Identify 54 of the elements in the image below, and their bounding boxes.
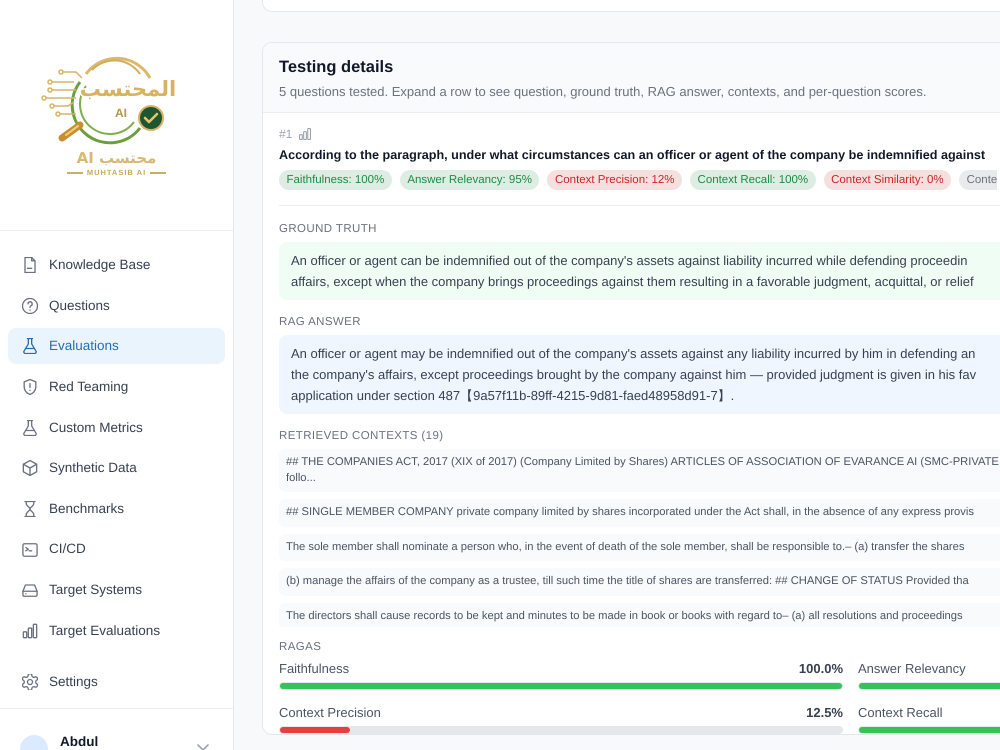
nav-item[interactable]: Knowledge Base: [8, 247, 225, 283]
terminal-icon: [22, 542, 38, 558]
nav-item[interactable]: CI/CD: [8, 532, 225, 568]
check-badge-icon: [138, 105, 164, 131]
chevron-down-icon[interactable]: [197, 744, 209, 750]
nav-item[interactable]: Settings: [8, 664, 225, 700]
question-number: #1: [279, 126, 292, 143]
ground-truth-text: An officer or agent can be indemnified out of the company's assets against liability incurred while defending proceedin affairs, except when the company brings proceedings against them resulting in a favorable judgment, acquittal, or relief: [279, 242, 1000, 300]
section-heading: RAG ANSWER: [279, 315, 362, 330]
logo-emblem-text: AI: [114, 106, 126, 120]
flask-icon: [22, 420, 38, 436]
nav-item[interactable]: Red Teaming: [8, 368, 225, 405]
user-name: Abdul: [60, 732, 98, 750]
context-snippet: The sole member shall nominate a person who, in the event of death of the sole member, shall be responsible to.– (a) transfer the shares: [279, 534, 1000, 561]
section-heading: RETRIEVED CONTEXTS (19): [279, 429, 444, 444]
nav-item[interactable]: Custom Metrics: [8, 410, 225, 446]
rag-answer-text: An officer or agent may be indemnified out of the company's assets against any liability incurred by him in defending an the company's affairs, except proceedings brought by the company against him — provided judgment is given in his fav application under section 487【9a57f11b-89ff-4215-9d81-faed48958d91-7】.: [279, 335, 1000, 414]
hard-drive-icon: [22, 582, 38, 598]
context-snippet: The directors shall cause records to be kept and minutes to be made in book or books with regard to– (a) all resolutions and proceedings: [279, 602, 1000, 627]
nav-item[interactable]: Evaluations: [8, 328, 225, 364]
shield-alert-icon: [22, 378, 38, 395]
metric-label: Context Recall: [858, 704, 943, 722]
document-icon: [22, 257, 38, 273]
card-title: Testing details: [279, 57, 394, 78]
card-subtitle: 5 questions tested. Expand a row to see question, ground truth, RAG answer, contexts, and per-question scores.: [279, 83, 928, 101]
metric-value: 100.0%: [798, 660, 843, 678]
nav-item[interactable]: Synthetic Data: [8, 450, 225, 486]
bar-chart-icon: [22, 622, 38, 639]
section-heading: GROUND TRUTH: [279, 222, 378, 237]
nav-item[interactable]: Target Systems: [8, 572, 225, 608]
hourglass-icon: [22, 500, 38, 517]
score-tag: Context Precision: 12%: [547, 170, 682, 190]
context-snippet: ## THE COMPANIES ACT, 2017 (XIX of 2017) (Company Limited by Shares) ARTICLES OF ASSOCIATION OF EVARANCE AI (SMC-PRIVATE follo...: [279, 449, 1000, 492]
metric-label: Answer Relevancy: [858, 660, 966, 678]
context-snippet: ## SINGLE MEMBER COMPANY private company limited by shares incorporated under the Act shall, in the absence of any express provis: [279, 499, 1000, 526]
metric-label: Context Precision: [279, 704, 381, 722]
nav-item[interactable]: Benchmarks: [8, 490, 225, 527]
score-tag: Conte: [959, 170, 998, 190]
settings-icon: [22, 674, 38, 690]
score-tag: Answer Relevancy: 95%: [400, 170, 540, 190]
question-text: According to the paragraph, under what circumstances can an officer or agent of the company be indemnified against: [279, 147, 986, 164]
nav-item[interactable]: Questions: [8, 288, 225, 324]
score-tag: Faithfulness: 100%: [279, 170, 392, 190]
nav-item[interactable]: Target Evaluations: [8, 612, 225, 649]
bar-chart-icon: [299, 128, 312, 140]
section-heading: RAGAS: [279, 640, 322, 655]
flask-icon: [22, 338, 38, 354]
metric-value: 12.5%: [806, 704, 843, 722]
score-tag: Context Similarity: 0%: [824, 170, 952, 190]
context-snippet: (b) manage the affairs of the company as a trustee, till such time the title of shares are transferred: ## CHANGE OF STATUS Provided tha: [279, 568, 1000, 596]
logo-wordmark: محتسب AI: [76, 150, 156, 167]
score-tag: Context Recall: 100%: [690, 170, 816, 190]
cube-icon: [22, 460, 38, 476]
metric-label: Faithfulness: [279, 660, 350, 678]
